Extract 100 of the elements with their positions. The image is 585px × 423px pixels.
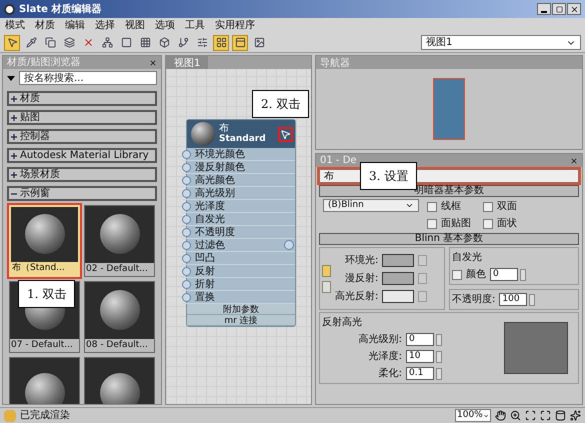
slot-label: 环境光颜色 [195, 148, 245, 162]
annotation-tooltip: 3. 设置 [360, 162, 418, 190]
menu-item[interactable]: 编辑 [65, 18, 85, 33]
panel-title: 01 - De [320, 154, 357, 168]
sample-label: 02 - Default... [85, 262, 154, 276]
node-rollout[interactable]: mr 连接 [187, 315, 295, 326]
checkbox[interactable] [483, 218, 493, 228]
checkbox-label: 线框 [441, 200, 461, 214]
menu-item[interactable]: 实用程序 [215, 18, 255, 33]
spinner-field[interactable]: 0 [490, 268, 518, 281]
navigation-tool-icon[interactable] [525, 410, 536, 421]
group-title: 反射高光 [322, 316, 363, 330]
checkbox-label: 面状 [497, 216, 517, 231]
spinner-field[interactable]: 0 [406, 333, 434, 346]
field-label: 不透明度: [452, 292, 496, 307]
spinner-field[interactable]: 100 [499, 293, 528, 306]
slot-label: 光泽度 [195, 200, 225, 214]
color-label: 高光反射: [335, 290, 378, 304]
spinner-arrows-icon[interactable] [529, 294, 536, 306]
sample-slot[interactable]: 08 - Default... [84, 281, 155, 353]
maximize-icon[interactable] [552, 3, 566, 15]
slot-label: 漫反射颜色 [195, 160, 245, 174]
browser-group-header[interactable]: 场景材质 [7, 167, 157, 182]
menu-item[interactable]: 材质 [35, 18, 55, 33]
node-name: 布 [219, 123, 230, 134]
panel-title: 材质/贴图浏览器 [7, 56, 80, 70]
menu-item[interactable]: 选项 [155, 18, 175, 33]
minimize-icon[interactable] [537, 3, 551, 15]
lock-link-icon[interactable] [322, 280, 331, 292]
menu-item[interactable]: 工具 [185, 18, 205, 33]
sample-label: 07 - Default... [10, 338, 79, 352]
app-icon [4, 4, 15, 14]
group-title: 自发光 [452, 250, 483, 265]
annotation-tooltip: 1. 双击 [18, 280, 76, 308]
slot-label: 高光颜色 [195, 174, 235, 188]
toolbar-icon[interactable] [232, 34, 248, 50]
color-swatch[interactable] [382, 290, 414, 303]
slot-label: 凹凸 [195, 252, 215, 266]
slot-label: 不透明度 [195, 226, 235, 240]
slot-label: 高光级别 [195, 186, 235, 200]
sample-label: 08 - Default... [85, 338, 154, 352]
navigation-tool-icon[interactable] [540, 410, 551, 421]
sample-label: 布（Stand... [11, 262, 78, 275]
menu-item[interactable]: 视图 [125, 18, 145, 33]
browser-group-header[interactable]: 示例窗 [7, 186, 157, 201]
sample-slot[interactable]: 布（Stand... [9, 205, 80, 277]
checkbox-label: 颜色 [466, 268, 486, 282]
browser-group-header[interactable]: 贴图 [7, 110, 157, 125]
checkbox[interactable] [427, 202, 437, 212]
color-label: 漫反射: [345, 272, 378, 286]
cursor-icon [280, 128, 291, 140]
node-type: Standard [219, 134, 266, 145]
slot-label: 过滤色 [195, 238, 225, 252]
window-title: Slate 材质编辑器 [19, 2, 102, 16]
navigation-tool-icon[interactable] [555, 410, 566, 421]
menu-item[interactable]: 模式 [5, 18, 25, 33]
slot-label: 反射 [195, 264, 215, 278]
navigation-tool-icon[interactable] [510, 410, 521, 421]
checkbox[interactable] [427, 218, 437, 228]
status-icon [4, 410, 16, 422]
shader-dropdown[interactable]: (B)Blinn [323, 199, 419, 212]
close-icon[interactable] [570, 156, 578, 164]
spinner-arrows-icon[interactable] [436, 368, 442, 380]
slot-label: 折射 [195, 278, 215, 292]
view-dropdown[interactable]: 视图1 [421, 35, 581, 50]
spinner-arrows-icon[interactable] [436, 350, 442, 362]
toolbar-icon[interactable] [213, 34, 229, 50]
checkbox[interactable] [452, 270, 462, 280]
browser-group-header[interactable]: 材质 [7, 91, 157, 106]
color-label: 环境光: [345, 254, 378, 268]
field-label: 高光级别: [358, 332, 402, 347]
navigation-tool-icon[interactable] [495, 410, 506, 421]
spinner-arrows-icon[interactable] [520, 268, 526, 280]
checkbox[interactable] [483, 202, 493, 212]
annotation-tooltip: 2. 双击 [252, 90, 310, 118]
sample-slot[interactable]: 02 - Default... [84, 205, 155, 277]
color-swatch[interactable] [382, 254, 414, 267]
color-swatch[interactable] [382, 272, 414, 285]
checkbox-label: 面贴图 [441, 216, 471, 231]
spinner-arrows-icon[interactable] [436, 334, 442, 346]
field-label: 柔化: [378, 366, 402, 381]
spinner-field[interactable]: 10 [406, 350, 434, 363]
slot-label: 自发光 [195, 212, 225, 226]
rollout-header[interactable]: Blinn 基本参数 [319, 233, 579, 245]
panel-title: 导航器 [320, 58, 350, 69]
menu-item[interactable]: 选择 [95, 18, 115, 33]
navigation-tool-icon[interactable] [570, 410, 581, 421]
node-rollout[interactable]: 附加参数 [187, 304, 295, 315]
search-field[interactable]: 按名称搜索... [19, 71, 157, 85]
zoom-dropdown[interactable]: 100% [455, 409, 491, 422]
browser-group-header[interactable]: 控制器 [7, 129, 157, 144]
spinner-field[interactable]: 0.1 [406, 367, 434, 380]
status-text: 已完成渲染 [20, 408, 70, 423]
close-icon[interactable] [149, 58, 157, 66]
highlight-curve-preview [504, 322, 568, 374]
browser-group-header[interactable]: Autodesk Material Library [7, 148, 157, 163]
slot-label: 置换 [195, 290, 215, 304]
close-icon[interactable] [567, 3, 581, 15]
checkbox-label: 双面 [497, 200, 517, 214]
toolbar-icon[interactable] [4, 34, 20, 50]
